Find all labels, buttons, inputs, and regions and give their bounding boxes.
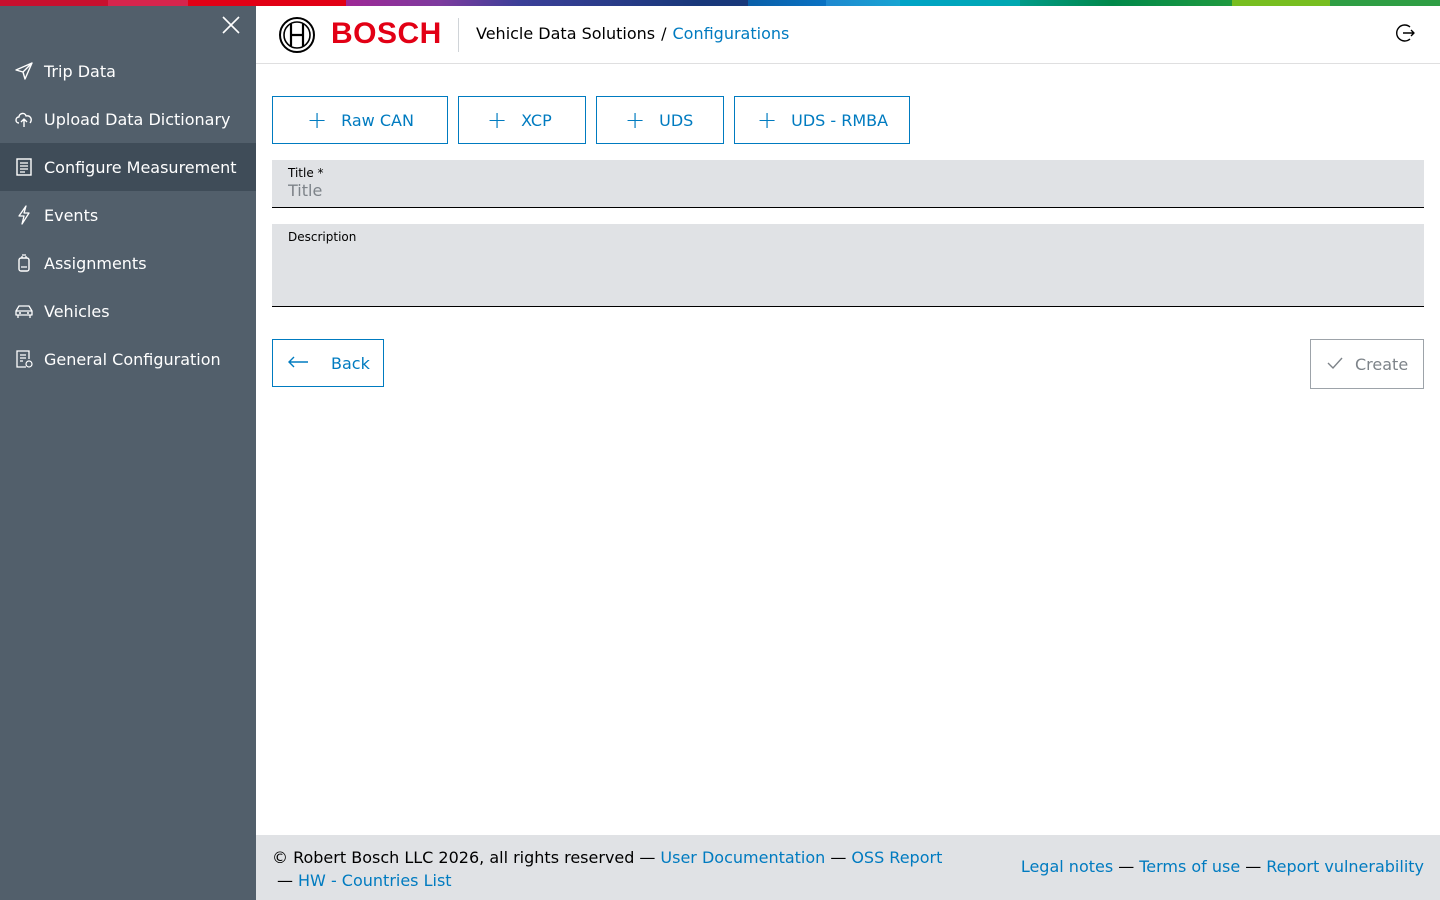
create-button[interactable]: Create bbox=[1310, 339, 1424, 389]
title-input[interactable] bbox=[288, 181, 1408, 200]
breadcrumb-current[interactable]: Configurations bbox=[673, 24, 790, 43]
plus-icon: + bbox=[307, 106, 328, 134]
footer-separator: — bbox=[277, 871, 293, 890]
sidebar-item-label: Upload Data Dictionary bbox=[44, 109, 231, 129]
sidebar-item-label: Vehicles bbox=[44, 301, 110, 321]
user-documentation-link[interactable]: User Documentation bbox=[660, 848, 825, 867]
car-icon bbox=[14, 301, 34, 321]
sidebar-item-upload-data-dictionary[interactable]: Upload Data Dictionary bbox=[0, 95, 256, 143]
sidebar-nav: Trip Data Upload Data Dictionary Configu… bbox=[0, 47, 256, 383]
footer-left: © Robert Bosch LLC 2026, all rights rese… bbox=[272, 846, 942, 892]
report-vulnerability-link[interactable]: Report vulnerability bbox=[1266, 857, 1424, 876]
plus-icon: + bbox=[487, 106, 508, 134]
button-label: Raw CAN bbox=[341, 110, 414, 130]
paper-plane-icon bbox=[14, 61, 34, 81]
close-icon[interactable] bbox=[220, 14, 242, 36]
sidebar-item-label: General Configuration bbox=[44, 349, 221, 369]
footer-separator: — bbox=[1118, 857, 1135, 876]
button-label: UDS - RMBA bbox=[791, 110, 889, 130]
breadcrumb-separator: / bbox=[661, 24, 667, 43]
add-uds-rmba-button[interactable]: + UDS - RMBA bbox=[734, 96, 910, 144]
lightning-icon bbox=[14, 205, 34, 225]
checkmark-icon bbox=[1327, 355, 1343, 374]
sidebar-item-label: Events bbox=[44, 205, 99, 225]
footer-separator: — bbox=[639, 848, 656, 867]
hw-countries-list-link[interactable]: HW - Countries List bbox=[298, 871, 452, 890]
add-xcp-button[interactable]: + XCP bbox=[458, 96, 586, 144]
protocol-button-row: + Raw CAN + XCP + UDS + UDS - RMBA bbox=[272, 96, 920, 144]
back-button[interactable]: Back bbox=[272, 339, 384, 387]
sidebar-item-events[interactable]: Events bbox=[0, 191, 256, 239]
add-raw-can-button[interactable]: + Raw CAN bbox=[272, 96, 448, 144]
sidebar-item-vehicles[interactable]: Vehicles bbox=[0, 287, 256, 335]
clipboard-icon bbox=[14, 157, 34, 177]
arrow-left-icon bbox=[287, 354, 309, 373]
sidebar-item-trip-data[interactable]: Trip Data bbox=[0, 47, 256, 95]
sidebar-item-configure-measurement[interactable]: Configure Measurement bbox=[0, 143, 256, 191]
sidebar: Trip Data Upload Data Dictionary Configu… bbox=[0, 6, 256, 900]
legal-notes-link[interactable]: Legal notes bbox=[1021, 857, 1113, 876]
breadcrumb-root[interactable]: Vehicle Data Solutions bbox=[476, 24, 655, 43]
sidebar-item-label: Configure Measurement bbox=[44, 157, 237, 177]
brand-logo-text: BOSCH bbox=[331, 17, 442, 50]
device-icon bbox=[14, 253, 34, 273]
description-field-label: Description bbox=[288, 230, 357, 244]
terms-of-use-link[interactable]: Terms of use bbox=[1139, 857, 1240, 876]
plus-icon: + bbox=[757, 106, 778, 134]
sidebar-item-general-configuration[interactable]: General Configuration bbox=[0, 335, 256, 383]
header: BOSCH Vehicle Data Solutions / Configurati… bbox=[256, 6, 1440, 64]
sidebar-item-label: Assignments bbox=[44, 253, 147, 273]
sidebar-item-label: Trip Data bbox=[44, 61, 116, 81]
settings-document-icon bbox=[14, 349, 34, 369]
footer: © Robert Bosch LLC 2026, all rights rese… bbox=[256, 835, 1440, 900]
header-divider bbox=[458, 18, 459, 52]
create-button-label: Create bbox=[1355, 354, 1409, 374]
title-field: Title * bbox=[272, 160, 1424, 208]
description-field: Description bbox=[272, 224, 1424, 307]
back-button-label: Back bbox=[331, 353, 370, 373]
title-field-label: Title * bbox=[288, 166, 324, 180]
button-label: UDS bbox=[659, 110, 694, 130]
bosch-armature-logo bbox=[278, 16, 316, 54]
add-uds-button[interactable]: + UDS bbox=[596, 96, 724, 144]
copyright-text: © Robert Bosch LLC 2026, all rights rese… bbox=[272, 848, 635, 867]
plus-icon: + bbox=[625, 106, 646, 134]
breadcrumb: Vehicle Data Solutions / Configurations bbox=[476, 24, 789, 43]
logout-icon[interactable] bbox=[1394, 22, 1416, 44]
footer-right: Legal notes — Terms of use — Report vulnerab… bbox=[1021, 857, 1424, 876]
oss-report-link[interactable]: OSS Report bbox=[851, 848, 942, 867]
footer-separator: — bbox=[1245, 857, 1262, 876]
footer-separator: — bbox=[830, 848, 847, 867]
sidebar-item-assignments[interactable]: Assignments bbox=[0, 239, 256, 287]
cloud-upload-icon bbox=[14, 109, 34, 129]
description-input[interactable] bbox=[288, 244, 1408, 296]
button-label: XCP bbox=[521, 110, 552, 130]
